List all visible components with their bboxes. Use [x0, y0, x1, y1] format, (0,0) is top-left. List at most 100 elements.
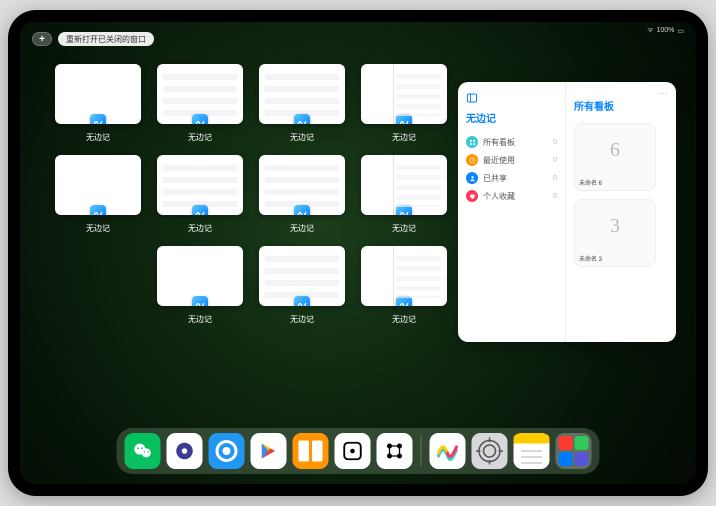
dock-app-dice[interactable]: [335, 433, 371, 469]
window-thumbnail[interactable]: 无边记: [259, 64, 345, 143]
board-card[interactable]: 3 未命名 3: [574, 199, 656, 267]
folder-app-icon: [575, 436, 589, 450]
thumbnail-label: 无边记: [392, 132, 416, 143]
panel-sidebar: 无边记 所有看板 0 最近使用 0 已共享 0 个人收藏 0: [458, 82, 566, 342]
category-count: 0: [553, 175, 557, 182]
battery-text: 100%: [656, 27, 674, 34]
dock-recent-settings[interactable]: [472, 433, 508, 469]
thumbnail-label: 无边记: [290, 223, 314, 234]
dock-app-quark[interactable]: [167, 433, 203, 469]
status-bar: ᯤ 100% ▭: [647, 26, 684, 35]
board-preview: 3: [575, 200, 655, 252]
person-icon: [466, 172, 478, 184]
screen: ᯤ 100% ▭ + 重新打开已关闭的窗口 无边记无边记无边记无边记无边记无边记…: [20, 22, 696, 484]
thumbnail-label: 无边记: [290, 132, 314, 143]
freeform-app-icon: [294, 114, 310, 124]
category-count: 0: [553, 139, 557, 146]
window-thumbnail[interactable]: 无边记: [55, 155, 141, 234]
freeform-panel[interactable]: 无边记 所有看板 0 最近使用 0 已共享 0 个人收藏 0 ··· 所有看板 6 未命名 6 3…: [458, 82, 676, 342]
clock-icon: [466, 154, 478, 166]
thumbnail-label: 无边记: [188, 132, 212, 143]
new-window-button[interactable]: +: [32, 32, 52, 46]
thumbnail-label: 无边记: [392, 223, 416, 234]
thumbnail-label: 无边记: [188, 223, 212, 234]
window-thumbnail[interactable]: 无边记: [361, 64, 447, 143]
dock-recent-notes[interactable]: [514, 433, 550, 469]
window-thumbnail[interactable]: 无边记: [55, 64, 141, 143]
dock-app-qqbrowser[interactable]: [209, 433, 245, 469]
ipad-frame: ᯤ 100% ▭ + 重新打开已关闭的窗口 无边记无边记无边记无边记无边记无边记…: [8, 10, 708, 496]
thumbnail-label: 无边记: [188, 314, 212, 325]
category-heart[interactable]: 个人收藏 0: [466, 187, 557, 205]
thumbnail-preview: [157, 64, 243, 124]
thumbnail-label: 无边记: [86, 223, 110, 234]
app-expose-grid: 无边记无边记无边记无边记无边记无边记无边记无边记无边记无边记无边记: [55, 64, 447, 325]
thumbnail-preview: [259, 64, 345, 124]
category-count: 0: [553, 157, 557, 164]
dock-app-play[interactable]: [251, 433, 287, 469]
thumbnail-preview: [55, 155, 141, 215]
dock-app-books[interactable]: [293, 433, 329, 469]
more-icon[interactable]: ···: [658, 88, 668, 99]
dock-folder[interactable]: [556, 433, 592, 469]
category-label: 已共享: [483, 173, 507, 184]
category-clock[interactable]: 最近使用 0: [466, 151, 557, 169]
thumbnail-preview: [157, 155, 243, 215]
thumbnail-label: 无边记: [86, 132, 110, 143]
window-thumbnail[interactable]: 无边记: [157, 155, 243, 234]
board-preview: 6: [575, 124, 655, 176]
panel-content: ··· 所有看板 6 未命名 6 3 未命名 3: [566, 82, 676, 342]
thumbnail-preview: [361, 246, 447, 306]
reopen-closed-window-button[interactable]: 重新打开已关闭的窗口: [58, 32, 154, 46]
freeform-app-icon: [396, 114, 412, 124]
window-thumbnail[interactable]: 无边记: [157, 246, 243, 325]
thumbnail-preview: [55, 64, 141, 124]
dock-app-wechat[interactable]: [125, 433, 161, 469]
sidebar-toggle-icon[interactable]: [466, 92, 478, 104]
window-thumbnail[interactable]: 无边记: [361, 155, 447, 234]
thumbnail-label: 无边记: [392, 314, 416, 325]
category-grid[interactable]: 所有看板 0: [466, 133, 557, 151]
panel-right-title: 所有看板: [574, 98, 668, 113]
grid-icon: [466, 136, 478, 148]
category-person[interactable]: 已共享 0: [466, 169, 557, 187]
freeform-app-icon: [294, 296, 310, 306]
thumbnail-preview: [259, 246, 345, 306]
freeform-app-icon: [396, 296, 412, 306]
thumbnail-preview: [157, 246, 243, 306]
thumbnail-preview: [259, 155, 345, 215]
window-thumbnail[interactable]: 无边记: [259, 246, 345, 325]
freeform-app-icon: [294, 205, 310, 215]
category-count: 0: [553, 193, 557, 200]
heart-icon: [466, 190, 478, 202]
folder-app-icon: [559, 452, 573, 466]
category-label: 所有看板: [483, 137, 515, 148]
freeform-app-icon: [90, 205, 106, 215]
panel-title: 无边记: [466, 110, 557, 125]
freeform-app-icon: [396, 205, 412, 215]
wifi-icon: ᯤ: [647, 26, 653, 35]
dock-recent-freeform[interactable]: [430, 433, 466, 469]
folder-app-icon: [575, 452, 589, 466]
thumbnail-label: 无边记: [290, 314, 314, 325]
board-name: 未命名 6: [579, 178, 651, 187]
thumbnail-preview: [361, 155, 447, 215]
dock-divider: [421, 436, 422, 466]
category-label: 个人收藏: [483, 191, 515, 202]
board-card[interactable]: 6 未命名 6: [574, 123, 656, 191]
folder-app-icon: [559, 436, 573, 450]
board-name: 未命名 3: [579, 254, 651, 263]
window-thumbnail[interactable]: 无边记: [157, 64, 243, 143]
category-label: 最近使用: [483, 155, 515, 166]
window-thumbnail[interactable]: 无边记: [361, 246, 447, 325]
top-controls: + 重新打开已关闭的窗口: [32, 32, 154, 46]
dock: [117, 428, 600, 474]
battery-icon: ▭: [677, 27, 684, 35]
freeform-app-icon: [192, 296, 208, 306]
thumbnail-preview: [361, 64, 447, 124]
freeform-app-icon: [192, 114, 208, 124]
freeform-app-icon: [90, 114, 106, 124]
dock-app-connect[interactable]: [377, 433, 413, 469]
freeform-app-icon: [192, 205, 208, 215]
window-thumbnail[interactable]: 无边记: [259, 155, 345, 234]
